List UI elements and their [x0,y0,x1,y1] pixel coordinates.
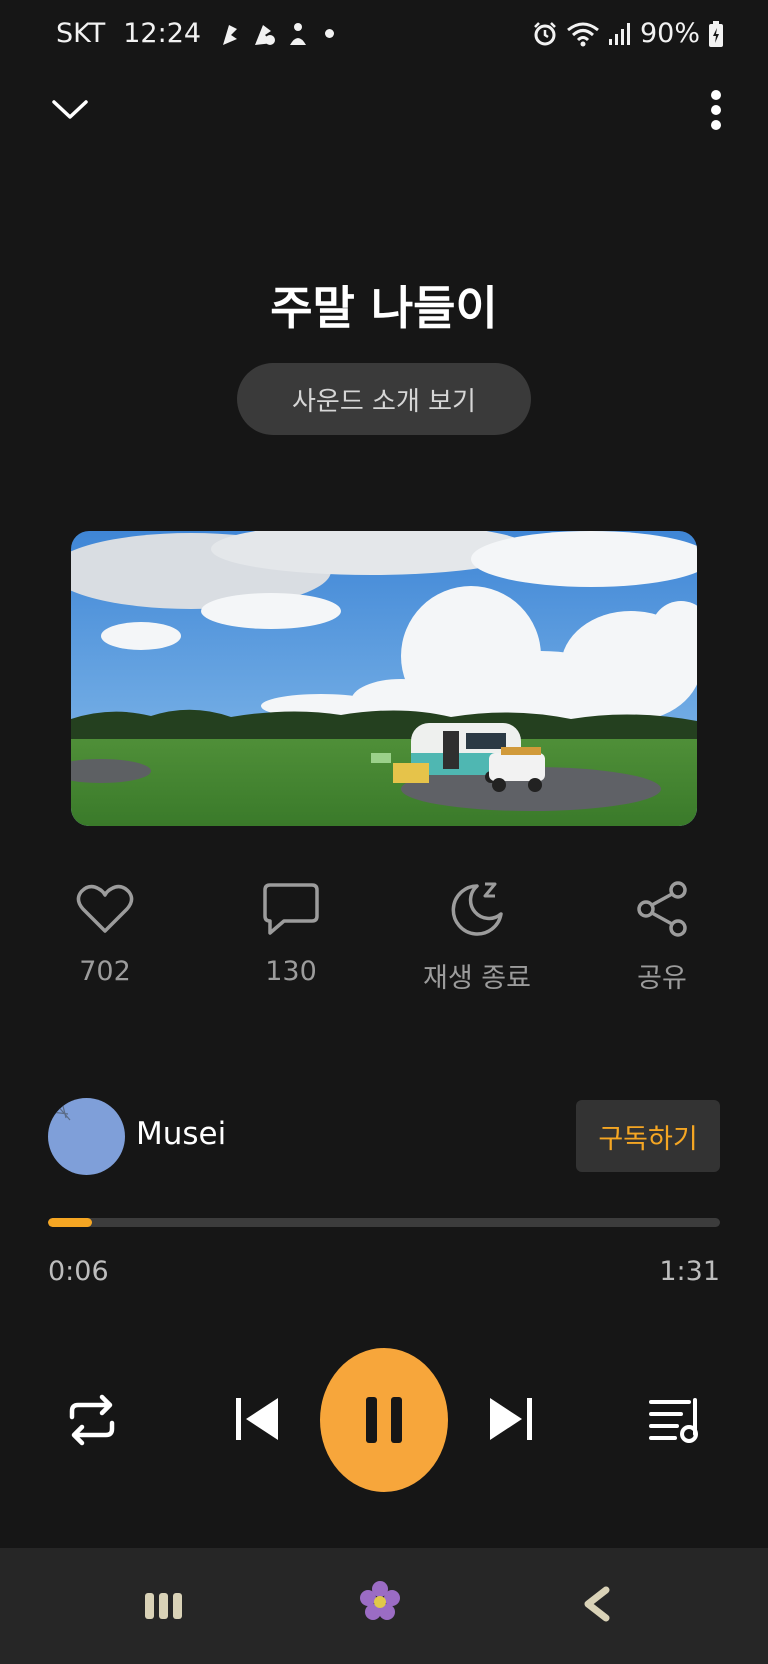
subscribe-button[interactable]: 구독하기 [576,1100,720,1172]
back-button[interactable] [572,1580,620,1628]
notification-icon [255,24,276,45]
progress-fill [48,1218,93,1227]
skip-next-icon [490,1398,532,1440]
creator-name[interactable]: Musei [136,1116,226,1152]
notification-icon [290,22,307,45]
total-time: 1:31 [659,1256,720,1287]
back-icon [584,1586,610,1622]
home-icon [360,1581,400,1620]
more-vertical-icon [711,90,721,130]
like-count: 702 [79,956,131,987]
playlist-button[interactable] [646,1392,708,1448]
previous-button[interactable] [232,1388,284,1450]
pause-icon [366,1397,402,1443]
notification-icon [223,24,238,45]
progress-bar[interactable] [48,1218,720,1227]
repeat-icon [69,1394,115,1446]
creator-avatar[interactable] [48,1098,125,1175]
share-button[interactable]: 공유 [572,878,752,995]
clock: 12:24 [123,18,202,49]
status-bar-right: 90% [532,18,724,49]
comment-button[interactable]: 130 [201,878,381,987]
sleep-timer-icon [447,878,507,940]
like-button[interactable]: 702 [15,878,195,987]
sound-intro-button[interactable]: 사운드 소개 보기 [237,363,531,435]
skip-previous-icon [236,1398,278,1440]
chevron-down-icon [52,100,88,119]
battery-percent: 90% [639,18,700,49]
repeat-button[interactable] [58,1390,126,1450]
wifi-icon [567,22,599,46]
comment-icon [262,878,320,940]
more-options-button[interactable] [700,86,732,134]
more-notifications-dot [325,29,335,38]
current-time: 0:06 [48,1256,109,1287]
cover-image [71,531,697,826]
heart-icon [75,878,135,940]
signal-icon [608,22,630,45]
status-bar-left: SKT 12:24 [56,18,335,49]
home-button[interactable] [356,1578,404,1626]
carrier-label: SKT [56,18,106,49]
pause-button[interactable] [320,1348,448,1492]
recent-apps-icon [145,1593,182,1619]
next-button[interactable] [484,1388,536,1450]
share-label: 공유 [637,963,687,994]
battery-icon [709,20,723,47]
comment-count: 130 [265,956,317,987]
collapse-button[interactable] [44,88,96,132]
playlist-icon [649,1398,698,1443]
track-title: 주말 나들이 [270,281,498,335]
sleep-timer-label: 재생 종료 [423,963,531,994]
notification-icons [219,21,335,47]
share-icon [634,878,690,940]
alarm-icon [534,21,556,45]
sleep-timer-button[interactable]: 재생 종료 [387,878,567,995]
recent-apps-button[interactable] [140,1582,188,1630]
